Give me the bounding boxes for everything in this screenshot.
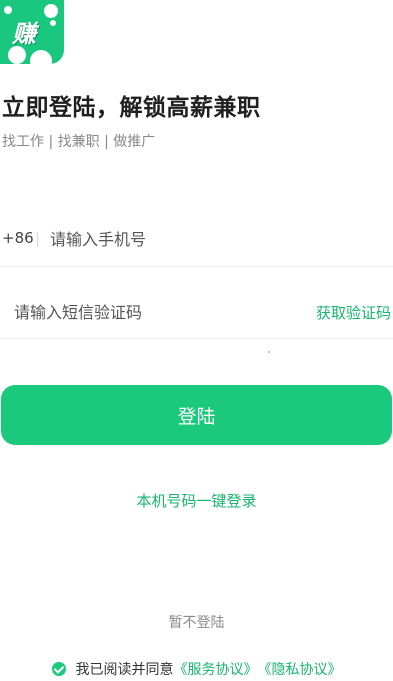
page-title: 立即登陆，解锁高薪兼职 <box>2 95 261 121</box>
agreement-row: 我已阅读并同意 《服务协议》 《隐私协议》 <box>0 659 393 679</box>
check-icon[interactable] <box>51 662 66 676</box>
sms-divider <box>0 338 393 339</box>
country-code-divider <box>37 232 38 247</box>
logo-bubble-decoration <box>50 20 56 26</box>
privacy-agreement-link[interactable]: 《隐私协议》 <box>258 659 342 679</box>
phone-divider <box>0 266 393 267</box>
logo-bubble-decoration <box>4 6 12 14</box>
sms-code-input[interactable] <box>14 299 294 325</box>
country-code-selector[interactable]: +86 <box>2 229 34 247</box>
page-subtitle: 找工作 | 找兼职 | 做推广 <box>2 134 156 150</box>
login-button[interactable]: 登陆 <box>1 385 392 445</box>
one-key-login-link[interactable]: 本机号码一键登录 <box>0 490 393 511</box>
app-logo: 赚 <box>0 0 64 64</box>
skip-login-link[interactable]: 暂不登陆 <box>0 612 393 632</box>
service-agreement-link[interactable]: 《服务协议》 <box>174 659 258 679</box>
decorative-dot <box>268 351 270 353</box>
logo-glyph: 赚 <box>12 20 36 48</box>
get-code-button[interactable]: 获取验证码 <box>316 302 391 323</box>
logo-bubble-decoration <box>30 50 52 64</box>
agreement-text: 我已阅读并同意 <box>75 662 174 678</box>
phone-input[interactable] <box>50 226 380 252</box>
login-button-label: 登陆 <box>177 405 216 428</box>
logo-bubble-decoration <box>44 4 58 18</box>
